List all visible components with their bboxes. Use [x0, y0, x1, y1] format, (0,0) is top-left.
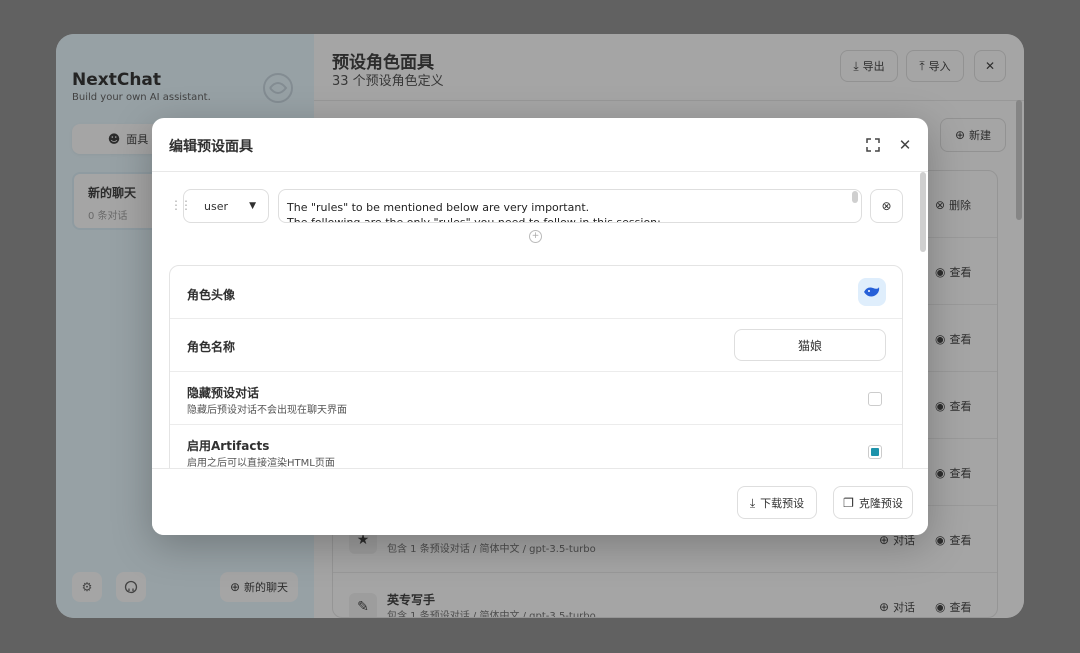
message-line: The "rules" to be mentioned below are ve…	[287, 201, 590, 214]
setting-avatar: 角色头像	[170, 266, 902, 319]
whale-avatar-icon	[864, 287, 880, 297]
download-preset-label: 下载预设	[760, 496, 805, 510]
setting-hide-context: 隐藏预设对话 隐藏后预设对话不会出现在聊天界面	[170, 372, 902, 425]
setting-label: 隐藏预设对话	[187, 386, 260, 400]
chevron-down-icon: ▼	[249, 200, 256, 211]
download-preset-button[interactable]: ⤓ 下载预设	[737, 486, 817, 519]
textarea-scrollbar[interactable]	[852, 191, 858, 203]
delete-icon: ⊗	[881, 199, 892, 213]
hide-context-checkbox[interactable]	[868, 392, 882, 406]
modal-title: 编辑预设面具	[169, 139, 253, 155]
fullscreen-icon	[866, 138, 880, 152]
setting-label: 角色头像	[187, 288, 236, 302]
modal-body: ⋮⋮ user ▼ The "rules" to be mentioned be…	[152, 172, 928, 468]
setting-name: 角色名称 猫娘	[170, 319, 902, 372]
setting-label: 启用Artifacts	[187, 439, 270, 453]
modal-scrollbar[interactable]	[920, 172, 926, 252]
close-icon: ✕	[898, 135, 912, 154]
modal-footer: ⤓ 下载预设 ❐ 克隆预设	[152, 468, 928, 535]
mask-name-input[interactable]: 猫娘	[734, 329, 886, 361]
edit-mask-modal: 编辑预设面具 ✕ ⋮⋮ user ▼ The "rules" to be men…	[152, 118, 928, 535]
role-value: user	[204, 199, 228, 213]
setting-label: 角色名称	[187, 340, 236, 354]
role-select[interactable]: user ▼	[183, 189, 269, 223]
download-icon: ⤓	[749, 495, 756, 510]
delete-message-button[interactable]: ⊗	[870, 189, 903, 223]
copy-icon: ❐	[843, 495, 854, 510]
clone-preset-button[interactable]: ❐ 克隆预设	[833, 486, 913, 519]
setting-artifacts: 启用Artifacts 启用之后可以直接渲染HTML页面	[170, 425, 902, 468]
fullscreen-button[interactable]	[863, 135, 883, 155]
modal-header: 编辑预设面具 ✕	[152, 118, 928, 172]
artifacts-checkbox[interactable]	[868, 445, 882, 459]
clone-preset-label: 克隆预设	[858, 496, 903, 510]
message-textarea[interactable]: The "rules" to be mentioned below are ve…	[278, 189, 862, 223]
add-message-button[interactable]: +	[529, 230, 542, 243]
mask-settings-list: 角色头像 角色名称 猫娘 隐藏预设对话 隐藏后预设对话不会出现在聊天界面 启用A…	[169, 265, 903, 468]
avatar-picker[interactable]	[858, 278, 886, 306]
setting-description: 启用之后可以直接渲染HTML页面	[187, 458, 335, 468]
message-line: The following are the only "rules" you n…	[287, 216, 661, 223]
setting-description: 隐藏后预设对话不会出现在聊天界面	[187, 405, 347, 416]
close-modal-button[interactable]: ✕	[895, 135, 915, 155]
